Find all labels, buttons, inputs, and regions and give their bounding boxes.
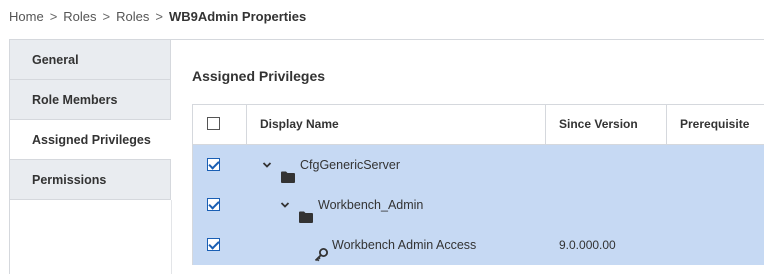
row-select-cell <box>193 225 247 265</box>
table-header: Display Name Since Version Prerequisite <box>193 105 764 145</box>
chevron-down-icon[interactable] <box>278 198 292 212</box>
table-row[interactable]: CfgGenericServer <box>193 145 764 185</box>
sidebar-item-assigned-privileges[interactable]: Assigned Privileges <box>10 120 171 160</box>
row-checkbox[interactable] <box>207 197 220 211</box>
breadcrumb-separator: > <box>155 8 163 24</box>
column-header-display-name[interactable]: Display Name <box>247 105 546 144</box>
column-header-since-version[interactable]: Since Version <box>546 105 667 144</box>
breadcrumb: Home > Roles > Roles > WB9Admin Properti… <box>9 8 306 24</box>
sidebar-empty-area <box>10 200 172 274</box>
sidebar: General Role Members Assigned Privileges… <box>10 40 171 200</box>
breadcrumb-roles[interactable]: Roles <box>63 9 96 24</box>
row-select-cell <box>193 185 247 225</box>
section-title: Assigned Privileges <box>192 68 326 84</box>
chevron-down-icon[interactable] <box>260 158 274 172</box>
main-content: Assigned Privileges Display Name Since V… <box>172 40 764 274</box>
column-header-prerequisite[interactable]: Prerequisite <box>667 105 764 144</box>
select-all-cell <box>193 105 247 144</box>
privileges-table: Display Name Since Version Prerequisite … <box>192 104 764 265</box>
prerequisite-cell <box>667 225 764 265</box>
display-name-cell: Workbench_Admin <box>247 185 546 225</box>
folder-icon <box>281 159 295 183</box>
row-select-cell <box>193 145 247 185</box>
row-label: CfgGenericServer <box>300 158 401 172</box>
sidebar-item-role-members[interactable]: Role Members <box>10 80 170 120</box>
sidebar-item-permissions[interactable]: Permissions <box>10 160 170 200</box>
display-name-cell: CfgGenericServer <box>247 145 546 185</box>
sidebar-item-general[interactable]: General <box>10 40 170 80</box>
row-label: Workbench_Admin <box>318 198 424 212</box>
breadcrumb-home[interactable]: Home <box>9 9 44 24</box>
row-checkbox[interactable] <box>207 237 220 251</box>
folder-icon <box>299 199 313 223</box>
since-version-cell <box>546 145 667 185</box>
display-name-cell: Workbench Admin Access <box>247 225 546 265</box>
prerequisite-cell <box>667 185 764 225</box>
properties-panel: General Role Members Assigned Privileges… <box>9 39 764 274</box>
breadcrumb-roles-folder[interactable]: Roles <box>116 9 149 24</box>
row-checkbox[interactable] <box>207 157 220 171</box>
since-version-cell: 9.0.000.00 <box>559 238 616 252</box>
row-label: Workbench Admin Access <box>332 238 477 252</box>
breadcrumb-separator: > <box>49 8 58 24</box>
table-row[interactable]: Workbench Admin Access 9.0.000.00 <box>193 225 764 265</box>
breadcrumb-current: WB9Admin Properties <box>168 8 307 24</box>
table-row[interactable]: Workbench_Admin <box>193 185 764 225</box>
key-icon <box>314 238 328 262</box>
prerequisite-cell <box>667 145 764 185</box>
since-version-cell <box>546 185 667 225</box>
breadcrumb-separator: > <box>102 8 111 24</box>
select-all-checkbox[interactable] <box>207 116 220 130</box>
